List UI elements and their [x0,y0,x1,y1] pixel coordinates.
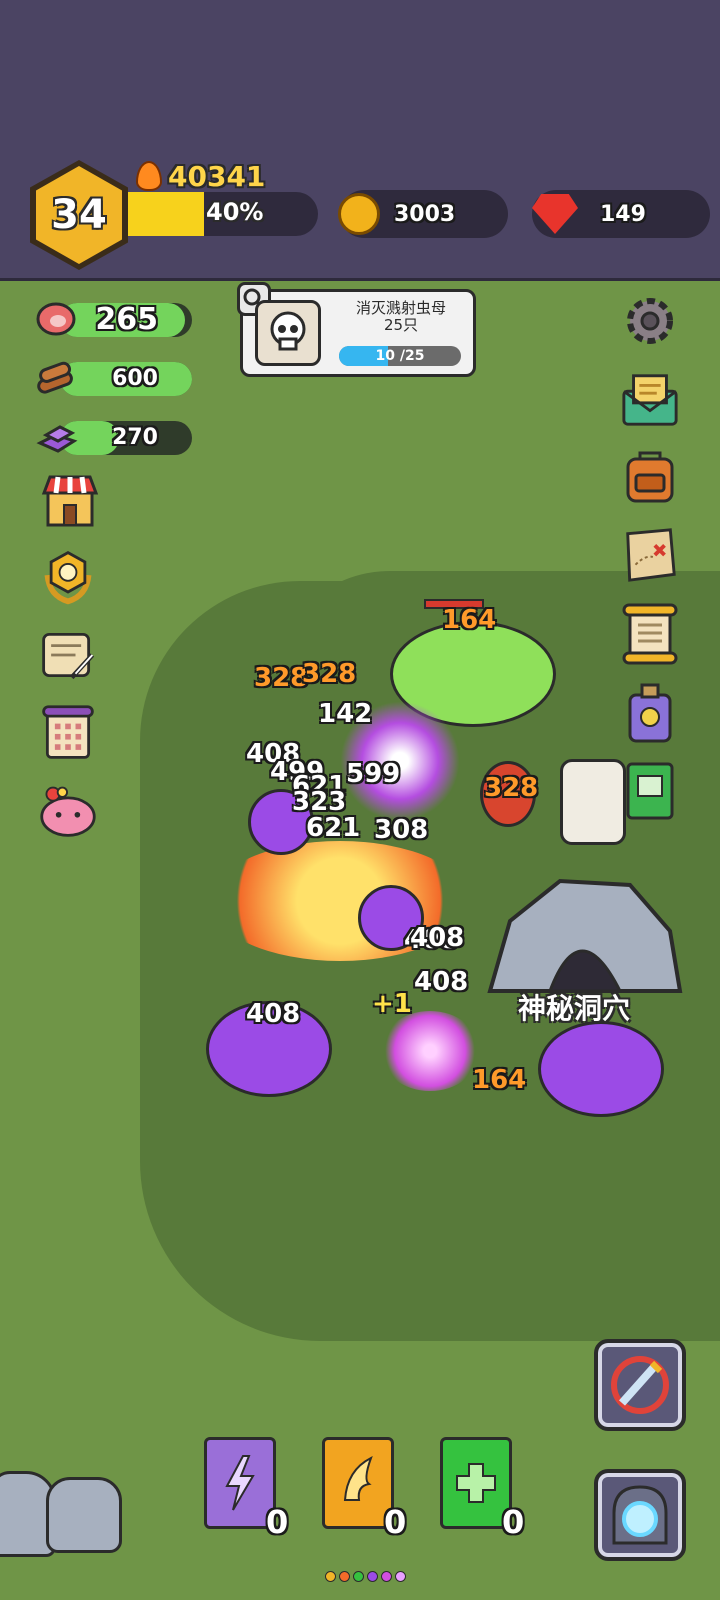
damage-number: 328 [484,773,539,803]
quest-progress-text: 10 /25 [375,348,425,364]
calendar-scroll-icon [42,705,94,759]
meat-value: 265 [95,302,158,337]
wood-value: 600 [112,366,158,391]
mail-icon [622,374,678,426]
scroll-quill-icon [42,632,95,680]
dot [353,1571,364,1582]
lightning-book-count: 0 [266,1503,289,1541]
skull-icon [255,300,321,366]
gem-counter[interactable]: 149 [532,190,710,238]
quest-title: 消灭溅射虫母 25只 [333,300,469,334]
damage-number: 408 [410,923,465,953]
page-indicator-dots [325,1571,406,1582]
heal-book-count: 0 [502,1503,525,1541]
crystal-value: 270 [112,425,158,450]
mummy-enemy [560,759,626,845]
quest-count: 25只 [383,316,419,334]
purple-spider-enemy [538,1021,664,1117]
damage-number: 328 [254,663,309,693]
treasure-map-icon [626,528,676,582]
dot [381,1571,392,1582]
damage-number: 408 [414,967,469,997]
dot [367,1571,378,1582]
gem-value: 149 [600,201,646,227]
sword-swap-icon [611,1356,669,1414]
poison-bottle-icon [628,683,672,743]
damage-number: 164 [472,1065,527,1095]
cave-label: 神秘洞穴 [518,992,631,1025]
quest-progress-bar: 10 /25 [339,346,461,366]
damage-number: 408 [246,999,301,1029]
settings-button[interactable] [620,291,680,351]
xp-bar-fill [128,192,204,236]
wing-icon [343,1455,373,1501]
xp-percent: 40% [206,198,264,226]
achievement-button[interactable] [38,547,98,607]
damage-number: 164 [442,605,497,635]
map-button[interactable] [620,525,680,585]
auto-battle-button[interactable] [594,1339,686,1431]
green-book-icon [626,762,674,820]
damage-number: 142 [318,699,373,729]
meat-icon [36,302,76,336]
game-playfield[interactable]: 265 600 270 消灭溅射虫母 25只 10 /25 神秘洞穴 164 3… [0,281,720,1600]
mysterious-cave[interactable] [480,871,690,1001]
coin-value: 3003 [394,201,456,227]
wing-book-count: 0 [384,1503,407,1541]
lightning-icon [225,1455,255,1511]
plus-cross-icon [456,1463,496,1503]
dot [395,1571,406,1582]
potion-button[interactable] [620,683,680,743]
portal-button[interactable] [594,1469,686,1561]
portal-icon [612,1485,668,1545]
notice-button[interactable] [620,603,680,665]
xp-bar: 40% [128,192,318,236]
gear-icon [627,298,673,344]
quest-target: 消灭溅射虫母 [355,299,446,317]
quest-log-button[interactable] [38,625,98,685]
guide-book-button[interactable] [620,761,680,821]
laurel-medal-icon [44,551,92,605]
backpack-icon [626,451,674,503]
scroll-icon [622,603,678,665]
rock [46,1477,122,1553]
calendar-button[interactable] [38,703,98,763]
magic-burst-effect [380,1011,480,1091]
dot [325,1571,336,1582]
damage-number: 621 [306,813,361,843]
power-display: 40341 [136,159,266,193]
top-hud: 34 40341 40% 3003 149 [0,0,720,281]
crystal-resource[interactable]: 270 [36,421,192,455]
pet-button[interactable] [38,781,98,841]
meat-resource[interactable]: 265 [36,302,192,337]
gem-icon [532,194,578,234]
wood-resource[interactable]: 600 [37,361,192,396]
player-level: 34 [36,166,122,264]
wood-logs-icon [37,361,73,394]
damage-number: 328 [302,659,357,689]
shop-button[interactable] [40,471,100,531]
purple-ore-icon [36,425,78,453]
coin-icon [338,193,380,235]
power-value: 40341 [168,159,266,193]
damage-number: +1 [372,989,412,1019]
dot [339,1571,350,1582]
shop-icon [41,475,99,527]
pink-pet-icon [40,786,96,837]
mail-button[interactable] [620,369,680,429]
inventory-button[interactable] [620,447,680,507]
coin-counter[interactable]: 3003 [338,190,508,238]
damage-number: 599 [346,759,401,789]
damage-number: 308 [374,815,429,845]
player-level-badge[interactable]: 34 [30,160,128,270]
quest-card[interactable]: 消灭溅射虫母 25只 10 /25 [237,282,476,377]
flame-icon [136,161,162,191]
